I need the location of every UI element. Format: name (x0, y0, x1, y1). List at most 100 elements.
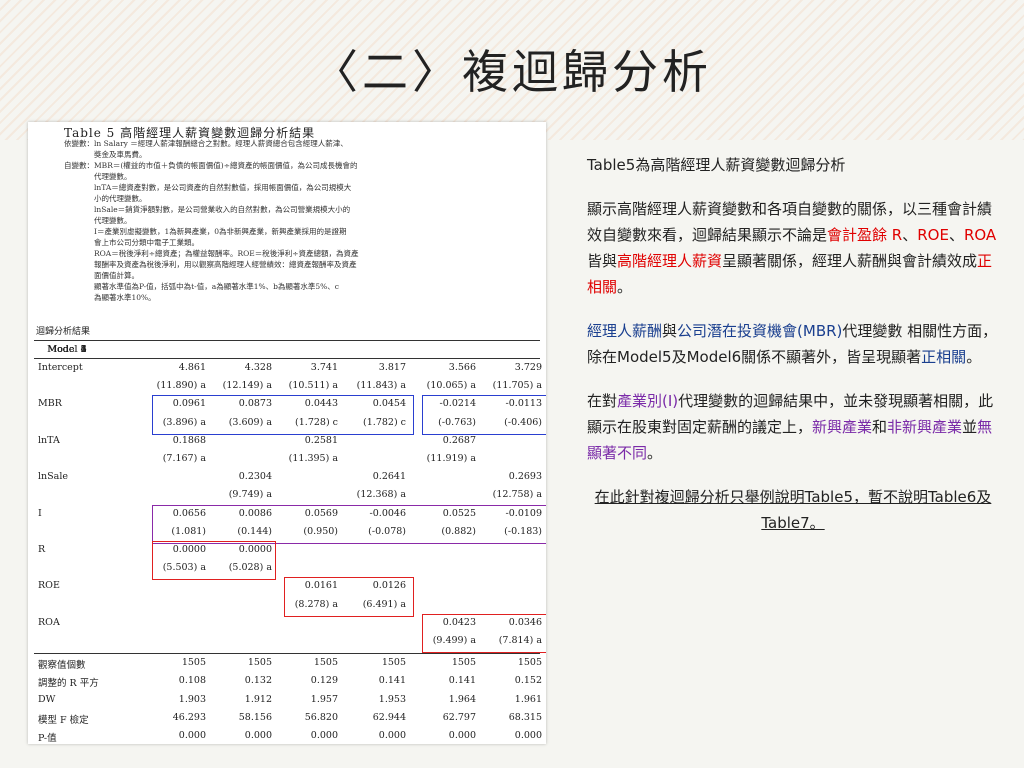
table-row-label: R (38, 544, 46, 555)
highlighted-term: 非新興產業 (887, 418, 963, 436)
table-cell: 1.903 (178, 693, 206, 705)
table-row: R 0.0000 0.0000 (34, 542, 540, 560)
table-cell: 0.152 (514, 675, 542, 687)
highlighted-term: 高階經理人薪資 (617, 252, 723, 270)
side-heading: Table5為高階經理人薪資變數迴歸分析 (587, 156, 846, 174)
table-note-line: 為顯著水準10%。 (64, 293, 156, 302)
paragraph-text: 。 (647, 444, 663, 462)
table-cell: 1.957 (310, 693, 338, 705)
highlighted-term: ROE (917, 226, 949, 244)
table-note-line: lnTA＝總資產對數，是公司資產的自然對數值，採用帳面價值，為公司規模大 (64, 183, 352, 192)
table-row: (9.749) a (12.368) a (12.758) a (34, 487, 542, 505)
table-cell: 0.000 (310, 730, 338, 741)
table-cell: 56.820 (304, 711, 338, 723)
table-cell: 0.2641 (372, 471, 406, 483)
table-note-line: 依變數：ln Salary ＝經理人薪津報酬總合之對數。經理人薪資總合包含經理人… (64, 139, 348, 148)
table-cell: 1.912 (244, 693, 272, 705)
table-row: DW 1.903 1.912 1.957 1.953 1.964 1.961 (34, 692, 542, 710)
table-note-line: 小的代理變數。 (64, 194, 147, 203)
table-cell: (10.511) a (288, 380, 338, 392)
table-cell: 3.741 (310, 362, 338, 373)
table-row: Intercept 4.861 4.328 3.741 3.817 3.566 3.729 (34, 360, 542, 378)
table-cell: (7.167) a (162, 453, 206, 464)
table-cell: 0.132 (244, 675, 272, 687)
table-note-line: 自變數：MBR＝(權益的市值＋負債的帳面價值)÷總資產的帳面價值，為公司成長機會… (64, 161, 358, 170)
table-note-line: 代理變數。 (64, 216, 132, 225)
highlighted-term: 公司潛在投資機會(MBR) (677, 322, 843, 340)
table-cell: 0.2693 (508, 471, 542, 483)
roe-highlight-box (284, 577, 414, 617)
table-cell: 0.1868 (172, 434, 206, 446)
roa-highlight-box (422, 613, 546, 654)
table-row: lnSale 0.2304 0.2641 0.2693 (34, 469, 542, 487)
table-cell: 4.328 (244, 362, 272, 373)
table-cell: (10.065) a (426, 380, 476, 392)
table-cell: 62.797 (442, 711, 476, 723)
table-row-label: MBR (38, 398, 62, 410)
table-row: P-值 0.000 0.000 0.000 0.000 0.000 0.000 (34, 728, 542, 744)
table-row-label: lnTA (38, 434, 60, 446)
section-label: 迴歸分析結果 (36, 327, 91, 337)
table-cell: 1505 (517, 657, 542, 669)
table-cell: (12.149) a (222, 380, 272, 392)
table-row-label: 調整的 R 平方 (38, 678, 99, 690)
r-highlight-box (152, 541, 276, 581)
side-text-panel: Table5為高階經理人薪資變數迴歸分析 顯示高階經理人薪資變數和各項自變數的關… (587, 152, 999, 554)
table-note-line: 報酬率及資產為稅後淨利，用以觀察高階經理人經營績效：總資產報酬率及資產 (64, 260, 357, 269)
table-row-label: Intercept (38, 362, 83, 373)
table-note-line: I＝產業別虛擬變數，1為新興產業，0為非新興產業，新興產業採用的是證期 (64, 227, 347, 236)
table-cell: 1505 (247, 657, 272, 669)
highlighted-term: ROA (963, 226, 997, 244)
table-row-label: 模型 F 檢定 (38, 714, 89, 726)
table-notes: 依變數：ln Salary ＝經理人薪津報酬總合之對數。經理人薪資總合包含經理人… (64, 138, 534, 303)
table-row-label: 觀察值個數 (38, 660, 86, 672)
table-row: (5.503) a (5.028) a (34, 560, 540, 578)
table-row: 模型 F 檢定 46.293 58.156 56.820 62.944 62.797 68.… (34, 710, 542, 728)
table-cell: 0.000 (448, 730, 476, 741)
table-row: (11.890) a (12.149) a (10.511) a (11.843) a… (34, 378, 542, 396)
side-paragraph-1: 顯示高階經理人薪資變數和各項自變數的關係，以三種會計績效自變數來看，迴歸結果顯示… (587, 196, 999, 300)
table-cell: 0.2304 (238, 471, 272, 483)
mbr-highlight-box (422, 395, 546, 435)
table-rule (34, 358, 540, 359)
table-cell: (12.368) a (356, 489, 406, 501)
table-row-label: lnSale (38, 471, 68, 483)
table-row-label: DW (38, 693, 56, 705)
table-cell: 1.961 (514, 693, 542, 705)
paragraph-text: 。 (617, 278, 633, 296)
table-note-line: 顯著水準值為P-值，括弧中為t-值，a為顯著水準1%、b為顯著水準5%、c (64, 282, 339, 291)
table-cell: 62.944 (372, 711, 406, 723)
table-cell: (11.890) a (156, 380, 206, 392)
paragraph-text: 和 (872, 418, 888, 436)
paragraph-text: 。 (966, 348, 982, 366)
table-cell: 58.156 (238, 711, 272, 723)
table-cell: 0.2581 (304, 434, 338, 446)
highlighted-term: 會計盈餘 R (827, 226, 903, 244)
side-paragraph-2: 經理人薪酬與公司潛在投資機會(MBR)代理變數 相關性方面，除在Model5及M… (587, 318, 999, 370)
table-note-line: 獎金及車馬費。 (64, 150, 147, 159)
paragraph-text: 在對 (587, 392, 618, 410)
table-note-line: 會上市公司分類中電子工業類。 (64, 238, 199, 247)
regression-table-image: Table 5 高階經理人薪資變數迴歸分析結果 依變數：ln Salary ＝經… (28, 122, 546, 744)
table-note-line: 代理變數。 (64, 172, 132, 181)
table-cell: 0.2687 (442, 434, 476, 446)
table-cell: 1505 (313, 657, 338, 669)
highlighted-term: 正相關 (921, 348, 967, 366)
table-cell: 3.566 (448, 362, 476, 373)
table-cell: 0.141 (448, 675, 476, 687)
table-cell: 1505 (381, 657, 406, 669)
table-cell: (12.758) a (492, 489, 542, 501)
table-cell: 0.000 (244, 730, 272, 741)
mbr-highlight-box (152, 395, 414, 435)
paragraph-text: 皆與 (587, 252, 618, 270)
table-cell: (9.749) a (228, 489, 272, 501)
table-row-label: P-值 (38, 733, 57, 744)
table-note-line: 面價值計算。 (64, 271, 139, 280)
paragraph-text: 與 (662, 322, 678, 340)
table-cell: 1505 (451, 657, 476, 669)
table-row: 觀察值個數 1505 1505 1505 1505 1505 1505 (34, 655, 542, 673)
table-cell: 68.315 (508, 711, 542, 723)
side-paragraph-3: 在對產業別(I)代理變數的迴歸結果中，並未發現顯著相關，此顯示在股東對固定薪酬的… (587, 388, 999, 466)
table-rule (34, 653, 540, 655)
highlighted-term: 產業別(I) (617, 392, 679, 410)
